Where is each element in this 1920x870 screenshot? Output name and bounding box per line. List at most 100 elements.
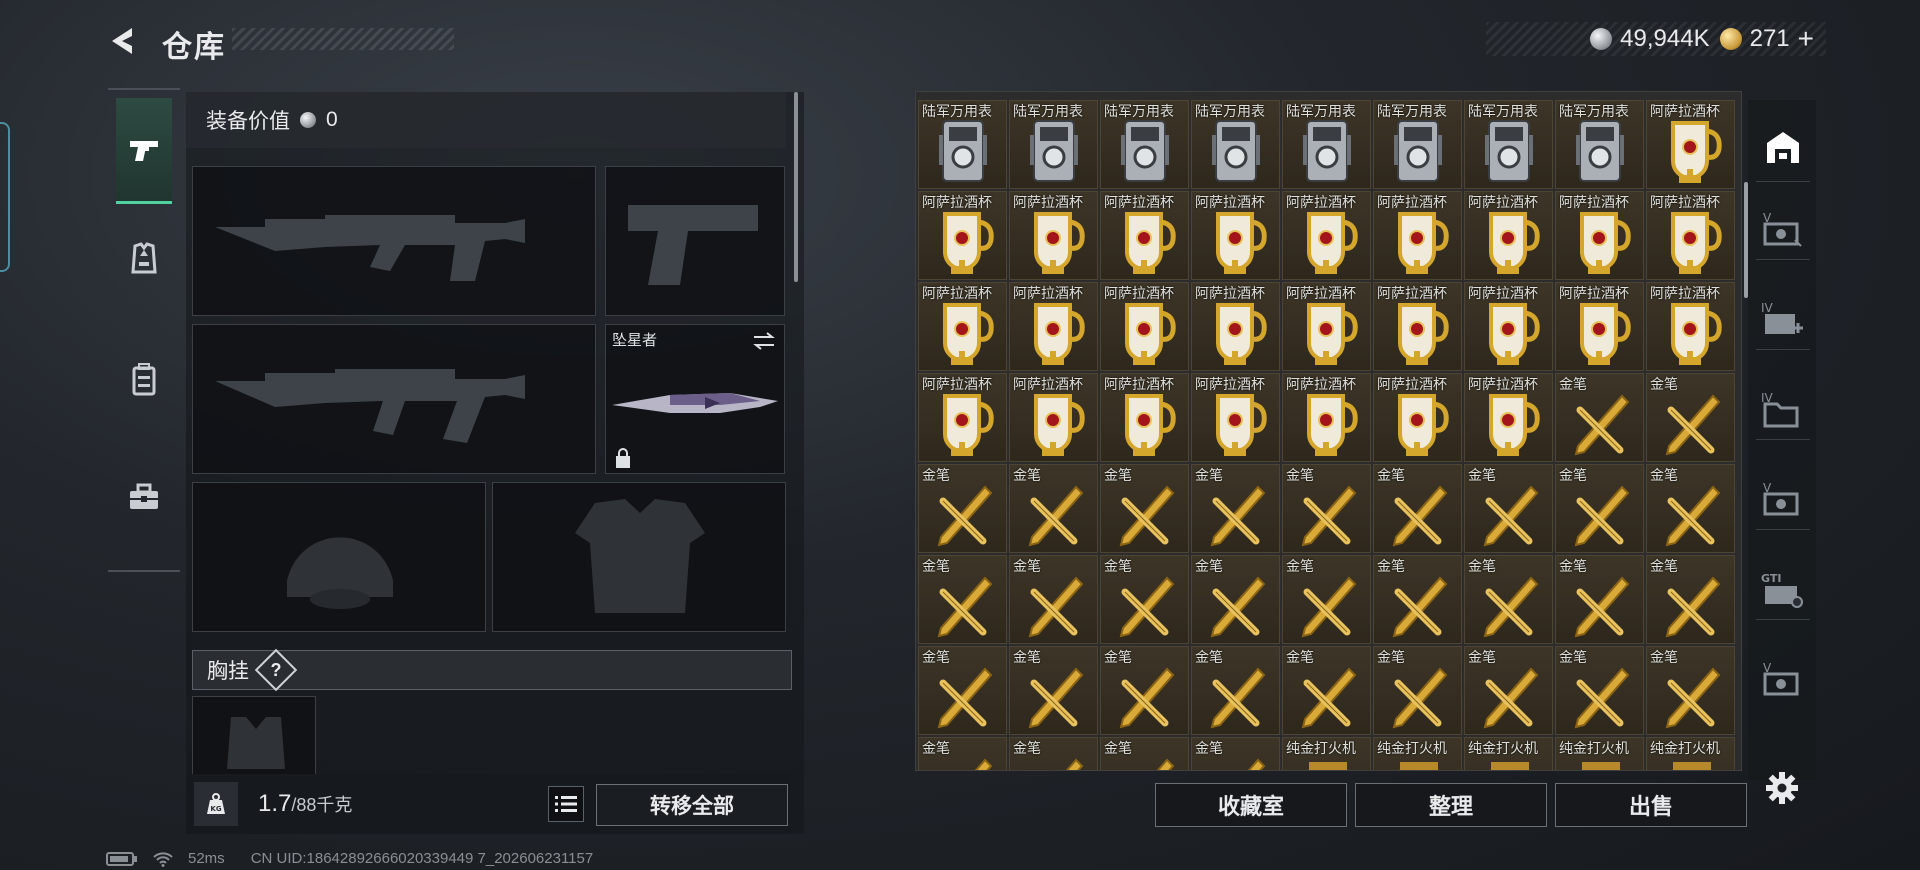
storage-item[interactable]: 陆军万用表 — [1100, 100, 1189, 189]
storage-tab-v2[interactable]: V — [1756, 470, 1810, 530]
body-armor-slot[interactable] — [492, 482, 786, 632]
storage-item[interactable]: 阿萨拉酒杯 — [918, 282, 1007, 371]
storage-item[interactable]: 金笔 — [1100, 464, 1189, 553]
storage-item[interactable]: 金笔 — [1282, 555, 1371, 644]
storage-item[interactable]: 阿萨拉酒杯 — [918, 191, 1007, 280]
swap-icon[interactable] — [752, 331, 776, 351]
storage-item[interactable]: 阿萨拉酒杯 — [1373, 191, 1462, 280]
loadout-scrollbar[interactable] — [794, 92, 798, 282]
side-handle[interactable] — [0, 122, 10, 272]
storage-item[interactable]: 阿萨拉酒杯 — [1009, 282, 1098, 371]
list-view-button[interactable] — [548, 786, 584, 822]
organize-button[interactable]: 整理 — [1355, 783, 1547, 827]
tab-toolbox[interactable] — [116, 444, 172, 550]
storage-item[interactable]: 金笔 — [1282, 464, 1371, 553]
storage-tab-iv-add[interactable]: IV — [1756, 290, 1810, 350]
storage-item[interactable]: 陆军万用表 — [918, 100, 1007, 189]
storage-item[interactable]: 阿萨拉酒杯 — [1373, 282, 1462, 371]
storage-item[interactable]: 纯金打火机 — [1464, 737, 1553, 770]
storage-item[interactable]: 金笔 — [918, 646, 1007, 735]
storage-item[interactable]: 金笔 — [1464, 464, 1553, 553]
storage-item[interactable]: 金笔 — [1009, 737, 1098, 770]
sell-button[interactable]: 出售 — [1555, 783, 1747, 827]
storage-item[interactable]: 金笔 — [1646, 555, 1735, 644]
storage-item[interactable]: 阿萨拉酒杯 — [1191, 373, 1280, 462]
add-gold-button[interactable]: + — [1798, 23, 1814, 55]
transfer-all-button[interactable]: 转移全部 — [596, 784, 788, 826]
tab-backpack[interactable] — [116, 326, 172, 432]
primary-weapon-slot-2[interactable] — [192, 324, 596, 474]
storage-item[interactable]: 陆军万用表 — [1464, 100, 1553, 189]
storage-tab-iv[interactable]: IV — [1756, 380, 1810, 440]
storage-item[interactable]: 阿萨拉酒杯 — [1646, 100, 1735, 189]
melee-slot[interactable]: 坠星者 — [605, 324, 785, 474]
storage-tab-v3[interactable]: V — [1756, 650, 1810, 710]
storage-item[interactable]: 金笔 — [1464, 646, 1553, 735]
storage-item[interactable]: 金笔 — [1555, 555, 1644, 644]
storage-item[interactable]: 阿萨拉酒杯 — [1191, 191, 1280, 280]
storage-item[interactable]: 金笔 — [1555, 373, 1644, 462]
chest-rig-slot[interactable] — [192, 696, 316, 776]
storage-item[interactable]: 金笔 — [1100, 555, 1189, 644]
settings-button[interactable] — [1762, 768, 1802, 808]
storage-item[interactable]: 金笔 — [1009, 464, 1098, 553]
storage-item[interactable]: 金笔 — [1555, 464, 1644, 553]
storage-item[interactable]: 金笔 — [918, 464, 1007, 553]
collection-room-button[interactable]: 收藏室 — [1155, 783, 1347, 827]
storage-item[interactable]: 阿萨拉酒杯 — [1646, 191, 1735, 280]
storage-item[interactable]: 金笔 — [1373, 555, 1462, 644]
storage-item[interactable]: 金笔 — [1373, 646, 1462, 735]
storage-item[interactable]: 阿萨拉酒杯 — [1464, 282, 1553, 371]
storage-item[interactable]: 阿萨拉酒杯 — [918, 373, 1007, 462]
tab-weapons[interactable] — [116, 98, 172, 204]
helmet-slot[interactable] — [192, 482, 486, 632]
storage-item[interactable]: 陆军万用表 — [1009, 100, 1098, 189]
pistol-slot[interactable] — [605, 166, 785, 316]
storage-item[interactable]: 阿萨拉酒杯 — [1555, 191, 1644, 280]
storage-item[interactable]: 金笔 — [1646, 373, 1735, 462]
storage-item[interactable]: 金笔 — [918, 737, 1007, 770]
storage-item[interactable]: 金笔 — [1555, 646, 1644, 735]
storage-item[interactable]: 阿萨拉酒杯 — [1464, 373, 1553, 462]
storage-item[interactable]: 金笔 — [1464, 555, 1553, 644]
storage-item[interactable]: 阿萨拉酒杯 — [1100, 373, 1189, 462]
storage-item[interactable]: 金笔 — [1373, 464, 1462, 553]
storage-item[interactable]: 金笔 — [918, 555, 1007, 644]
back-button[interactable] — [104, 22, 146, 60]
storage-item[interactable]: 阿萨拉酒杯 — [1555, 282, 1644, 371]
storage-item[interactable]: 金笔 — [1009, 646, 1098, 735]
storage-item[interactable]: 纯金打火机 — [1282, 737, 1371, 770]
storage-item[interactable]: 阿萨拉酒杯 — [1100, 282, 1189, 371]
storage-item[interactable]: 金笔 — [1282, 646, 1371, 735]
storage-item[interactable]: 纯金打火机 — [1555, 737, 1644, 770]
tab-armor[interactable] — [116, 206, 172, 312]
storage-item[interactable]: 阿萨拉酒杯 — [1009, 191, 1098, 280]
storage-item[interactable]: 金笔 — [1646, 464, 1735, 553]
storage-item[interactable]: 阿萨拉酒杯 — [1373, 373, 1462, 462]
storage-item[interactable]: 金笔 — [1100, 737, 1189, 770]
storage-tab-main[interactable] — [1756, 112, 1810, 182]
primary-weapon-slot-1[interactable] — [192, 166, 596, 316]
storage-tab-gti[interactable]: GTI — [1756, 560, 1810, 620]
storage-item[interactable]: 金笔 — [1191, 555, 1280, 644]
storage-item[interactable]: 阿萨拉酒杯 — [1100, 191, 1189, 280]
storage-item[interactable]: 金笔 — [1100, 646, 1189, 735]
storage-item[interactable]: 阿萨拉酒杯 — [1646, 282, 1735, 371]
storage-item[interactable]: 阿萨拉酒杯 — [1009, 373, 1098, 462]
storage-item[interactable]: 金笔 — [1191, 464, 1280, 553]
storage-item[interactable]: 金笔 — [1191, 646, 1280, 735]
storage-item[interactable]: 陆军万用表 — [1191, 100, 1280, 189]
storage-item[interactable]: 纯金打火机 — [1373, 737, 1462, 770]
gold-currency[interactable]: 271 + — [1719, 23, 1814, 55]
storage-item[interactable]: 纯金打火机 — [1646, 737, 1735, 770]
storage-item[interactable]: 金笔 — [1646, 646, 1735, 735]
storage-tab-v1[interactable]: V — [1756, 200, 1810, 260]
storage-item[interactable]: 金笔 — [1009, 555, 1098, 644]
storage-item[interactable]: 阿萨拉酒杯 — [1282, 191, 1371, 280]
storage-item[interactable]: 阿萨拉酒杯 — [1464, 191, 1553, 280]
storage-item[interactable]: 阿萨拉酒杯 — [1282, 373, 1371, 462]
storage-item[interactable]: 陆军万用表 — [1555, 100, 1644, 189]
storage-item[interactable]: 金笔 — [1191, 737, 1280, 770]
help-icon[interactable]: ? — [254, 648, 298, 692]
storage-item[interactable]: 阿萨拉酒杯 — [1282, 282, 1371, 371]
